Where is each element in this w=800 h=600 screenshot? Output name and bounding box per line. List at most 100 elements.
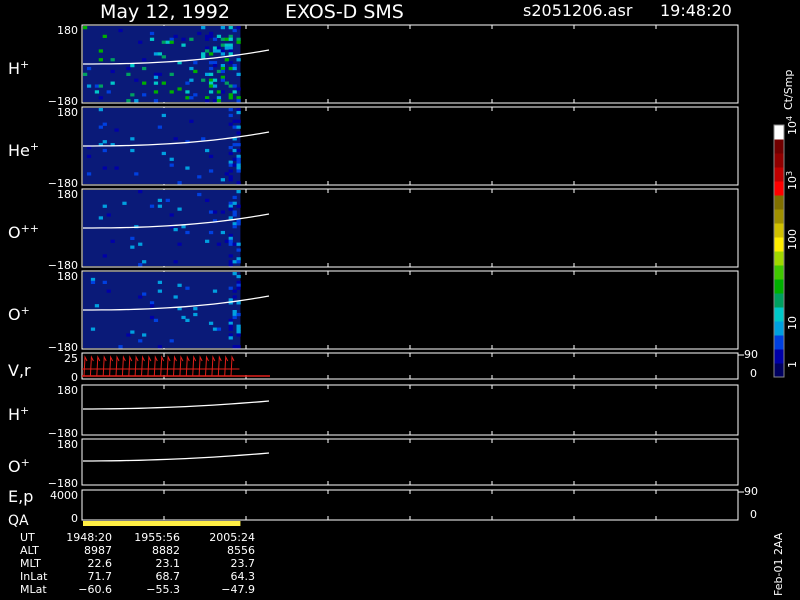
spectrogram-cell — [130, 93, 135, 97]
spectrogram-cell — [232, 310, 237, 314]
spectrogram-cell — [220, 43, 225, 47]
spectrogram-cell — [173, 295, 178, 299]
spectrogram-cell — [205, 99, 210, 103]
colorbar-tick-label: 100 — [786, 229, 799, 250]
spectrogram-cell — [205, 37, 210, 41]
time-value: 8882 — [152, 544, 180, 557]
spectrogram-cell — [220, 69, 225, 74]
spectrogram-cell — [220, 210, 225, 214]
colorbar-tick-label: 104 — [785, 116, 800, 135]
spectrogram-3 — [83, 272, 270, 349]
header-date: May 12, 1992 — [100, 1, 230, 23]
spectrogram-cell — [98, 216, 103, 220]
panel-label: H+ — [8, 58, 29, 79]
spectrogram-cell — [201, 137, 206, 141]
spectrogram-cell — [228, 66, 233, 71]
spectrogram-cell — [236, 110, 241, 115]
time-value: 2005:24 — [209, 531, 255, 544]
colorbar-tick-exp: 4 — [785, 116, 794, 121]
spectrogram-cell — [157, 345, 163, 349]
spectrogram-cell — [102, 122, 107, 126]
spectrogram-cell — [86, 66, 92, 71]
spectrogram-1 — [83, 108, 270, 185]
spectrogram-cell — [161, 113, 166, 118]
spectrogram-cell — [228, 233, 233, 238]
spectrogram-cell — [232, 210, 237, 214]
spectrogram-cell — [134, 172, 139, 176]
spectrogram-cell — [153, 72, 159, 76]
spectrogram-cell — [232, 213, 237, 217]
spectrogram-cell — [134, 78, 139, 82]
spectrogram-cell — [232, 312, 237, 317]
colorbar-swatch — [774, 265, 784, 280]
spectrogram-cell — [228, 175, 233, 179]
spectrogram-cell — [232, 345, 237, 349]
spectrogram-cell — [236, 119, 241, 123]
spectrogram-cell — [224, 172, 229, 176]
spectrogram-cell — [169, 90, 174, 94]
spectrogram-cell — [142, 260, 147, 264]
spectrogram-cell — [208, 90, 214, 94]
panel-label-qa: QA — [8, 513, 29, 529]
spectrogram-cell — [212, 84, 218, 88]
spectrogram-cell — [169, 72, 174, 76]
spectrogram-cell — [236, 163, 241, 167]
spectrogram-cell — [236, 219, 241, 223]
spectrogram-cell — [83, 72, 88, 76]
panel-label: O+ — [8, 304, 30, 325]
spectrogram-cell — [169, 157, 174, 161]
spectrogram-cell — [94, 90, 100, 94]
y-max-label: 25 — [64, 352, 78, 365]
spectrogram-cell — [142, 292, 147, 296]
spectrogram-cell — [228, 34, 233, 38]
spectrogram-cell — [208, 31, 214, 36]
velocity-series — [82, 355, 270, 377]
panel-h-plus2 — [81, 384, 739, 436]
spectrogram-cell — [185, 166, 190, 170]
panel-label-sup: + — [30, 140, 39, 153]
spectrogram-cell — [197, 192, 202, 197]
spectrogram-cell — [130, 236, 135, 240]
spectrogram-cell — [208, 230, 214, 235]
spectrogram-cell — [208, 34, 214, 38]
spectrogram-cell — [98, 125, 103, 129]
spectrogram-cell — [185, 318, 190, 322]
spectrogram-cell — [220, 75, 225, 79]
panel-label-sup: + — [21, 456, 30, 469]
spectrogram-cell — [220, 37, 225, 41]
spectrogram-cell — [181, 37, 186, 41]
y-max-label: 180 — [57, 106, 78, 119]
spectrogram-cell — [177, 242, 182, 246]
spectrogram-cell — [114, 128, 119, 132]
colorbar-swatch — [774, 321, 784, 336]
spectrogram-cell — [236, 204, 241, 208]
qa-bar — [83, 521, 241, 526]
spectrogram-cell — [201, 78, 206, 82]
spectrogram-cell — [138, 339, 143, 343]
spectrogram-cell — [98, 49, 103, 53]
spectrogram-cell — [228, 318, 233, 322]
spectrogram-cell — [201, 52, 206, 56]
spectrogram-cell — [98, 58, 103, 62]
spectrogram-cell — [220, 52, 225, 56]
spectrogram-cell — [228, 324, 233, 328]
colorbar-swatch — [774, 181, 784, 196]
spectrogram-cell — [228, 113, 233, 118]
spectrogram-cell — [228, 263, 233, 267]
spectrogram-cell — [161, 81, 166, 85]
spectrogram-cell — [126, 66, 131, 71]
spectrogram-cell — [157, 52, 163, 56]
spectrogram-cell — [94, 84, 100, 88]
spectrogram-cell — [228, 204, 233, 208]
spectrogram-cell — [216, 242, 222, 246]
spectrogram-cell — [208, 84, 214, 88]
spectrogram-cell — [149, 204, 155, 208]
spectrogram-cell — [205, 148, 210, 153]
spectrogram-cell — [205, 46, 210, 50]
spectrogram-cell — [220, 90, 225, 94]
spectrogram-cell — [169, 40, 174, 44]
spectrogram-cell — [212, 49, 218, 53]
colorbar-swatch — [774, 195, 784, 210]
spectrogram-cell — [232, 90, 237, 94]
spectrogram-cell — [86, 154, 92, 158]
